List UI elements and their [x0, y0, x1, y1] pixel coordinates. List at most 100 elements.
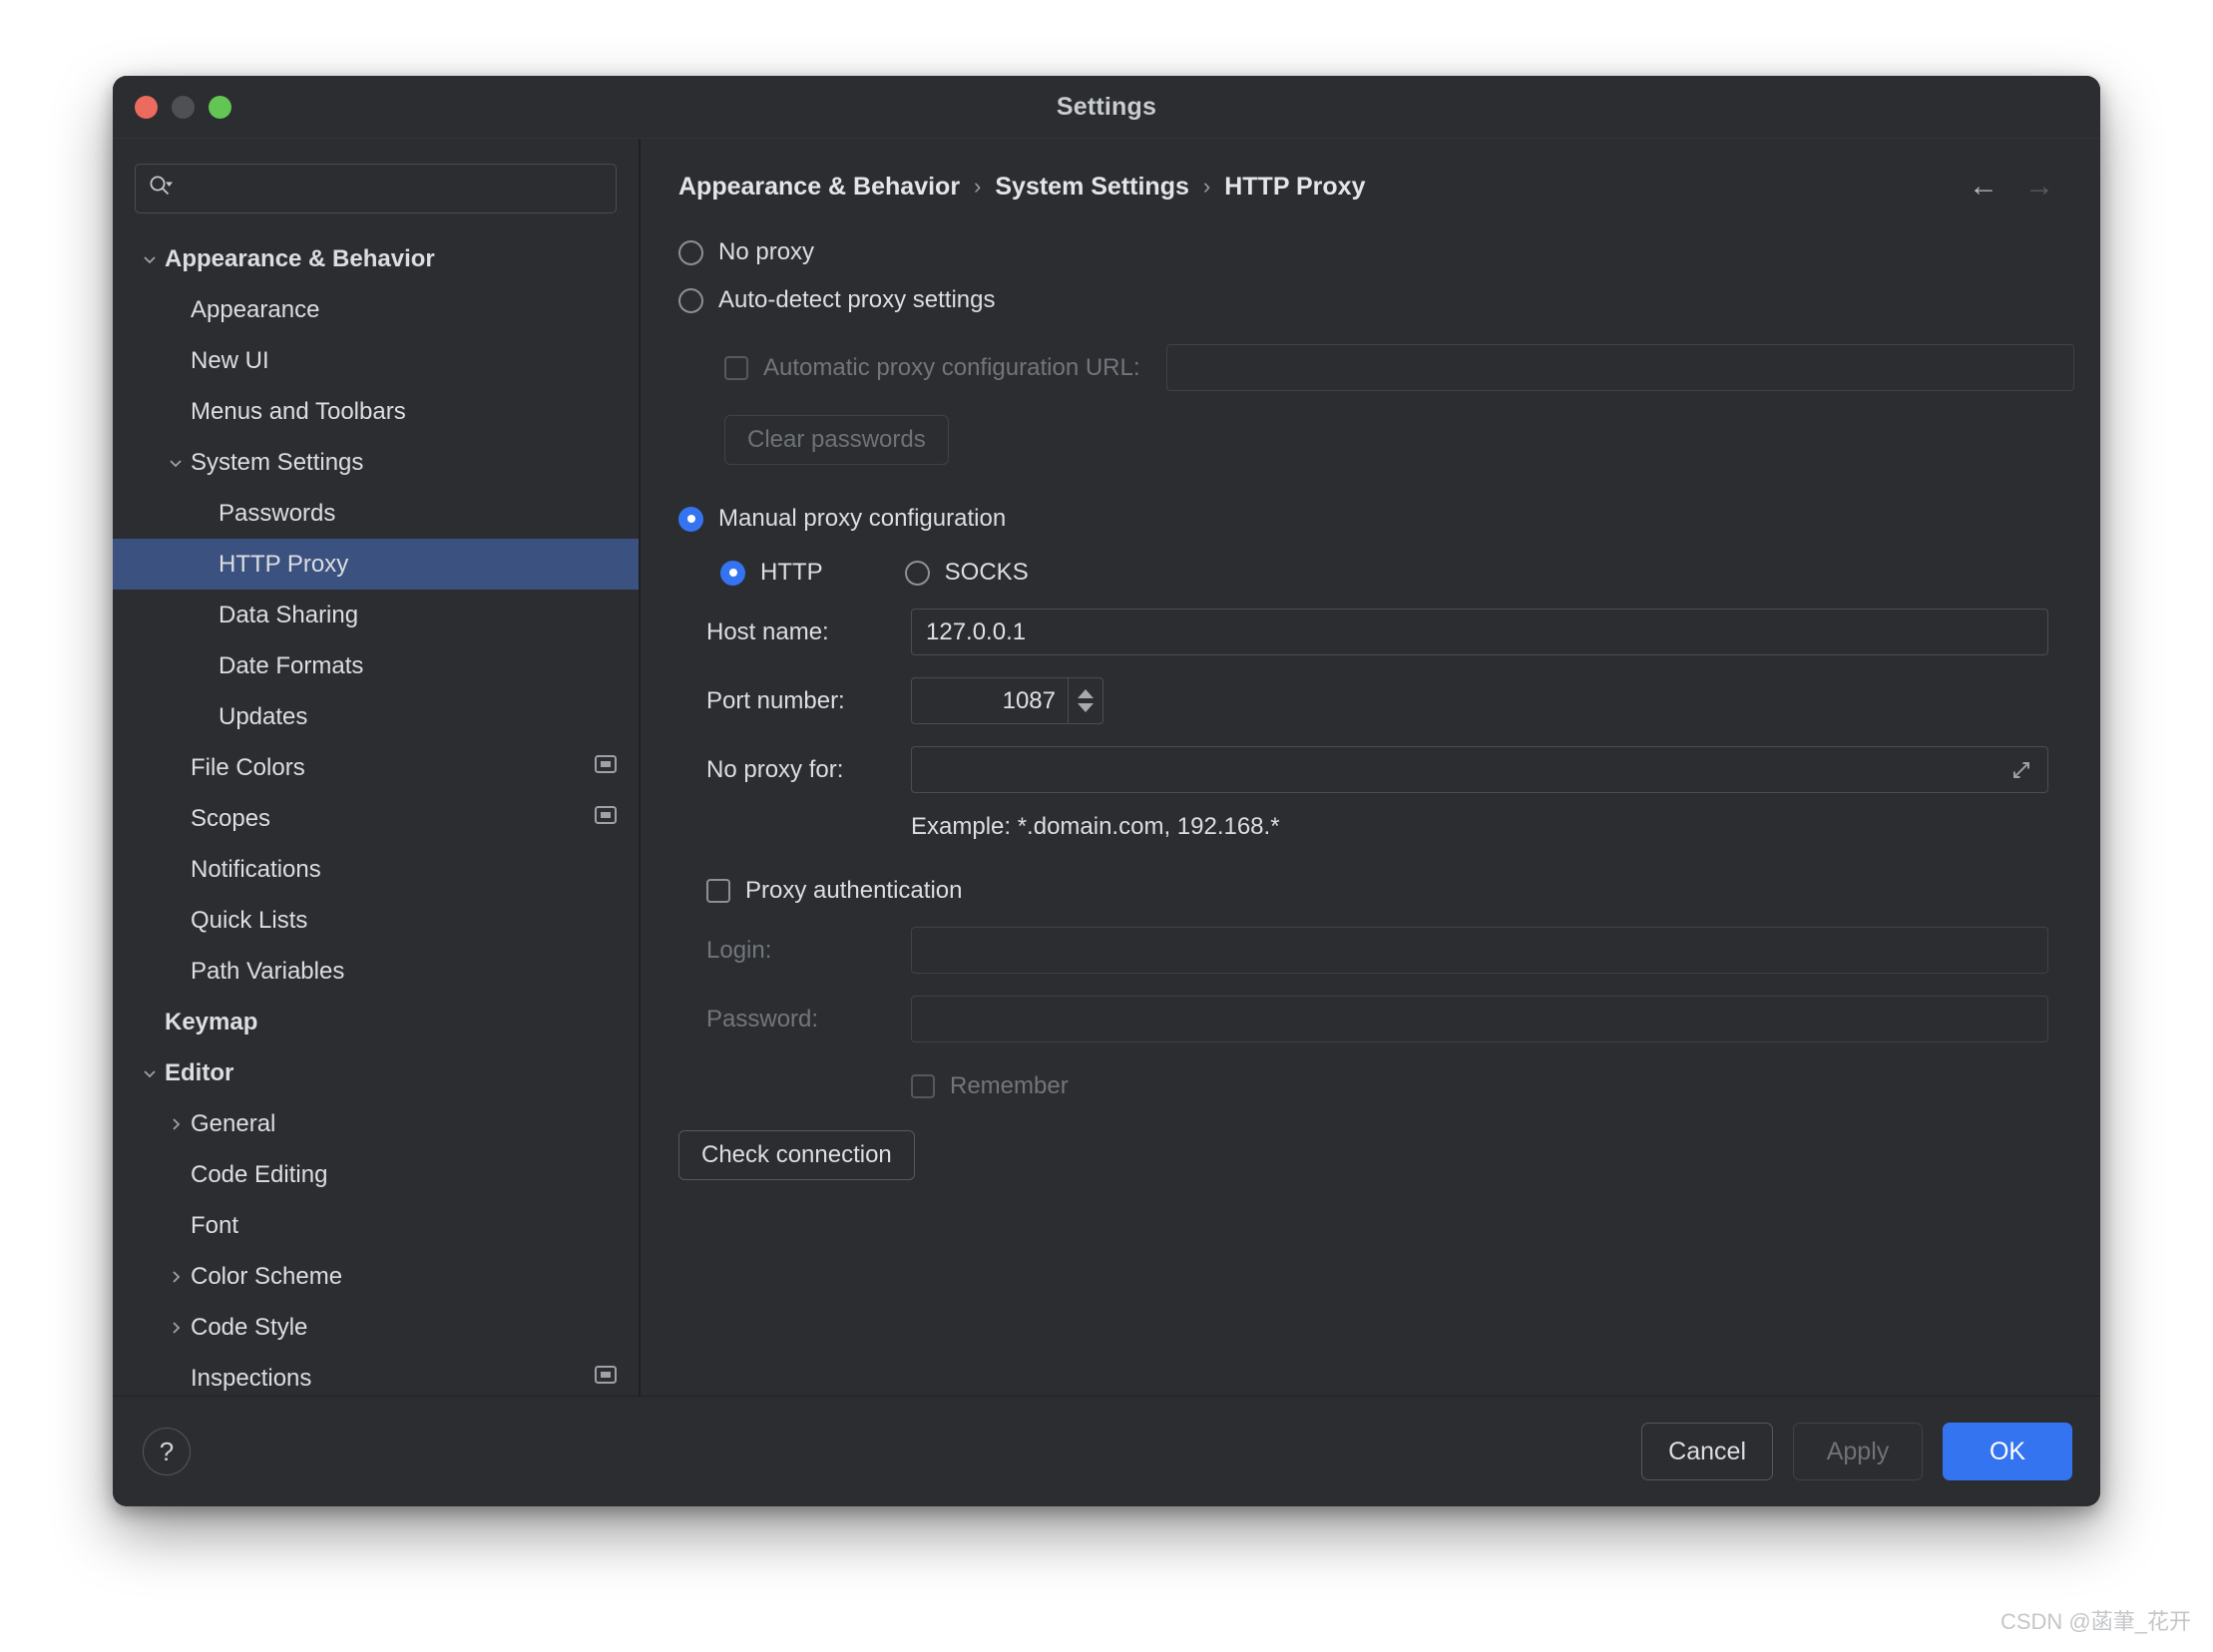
breadcrumb-row: Appearance & Behavior › System Settings › HT… — [678, 139, 2100, 234]
sidebar-item-font[interactable]: Font — [113, 1200, 639, 1251]
http-label: HTTP — [760, 559, 823, 586]
check-connection-wrap: Check connection — [678, 1130, 2100, 1180]
proxy-auth-row[interactable]: Proxy authentication — [706, 877, 2100, 905]
sidebar-item-scopes[interactable]: Scopes — [113, 793, 639, 844]
sidebar-item-http-proxy[interactable]: HTTP Proxy — [113, 539, 639, 590]
sidebar-item-label: Quick Lists — [191, 906, 308, 934]
sidebar-item-label: General — [191, 1109, 276, 1137]
port-number-stepper[interactable] — [911, 677, 1104, 724]
no-proxy-for-label: No proxy for: — [706, 755, 844, 783]
sidebar-item-label: New UI — [191, 346, 269, 374]
chevron-right-icon[interactable] — [161, 1268, 191, 1286]
help-button[interactable]: ? — [143, 1428, 191, 1475]
search-icon — [148, 174, 174, 205]
dialog-footer: ? Cancel Apply OK — [113, 1396, 2100, 1506]
settings-window: Settings Appearance & Behavior Appearance — [113, 76, 2100, 1506]
clear-passwords-button[interactable]: Clear passwords — [724, 415, 949, 465]
chevron-down-icon[interactable] — [135, 250, 165, 268]
chevron-right-icon[interactable] — [161, 1115, 191, 1133]
breadcrumb-part[interactable]: HTTP Proxy — [1224, 173, 1365, 202]
auto-detect-radio-row[interactable]: Auto-detect proxy settings — [678, 286, 2100, 314]
sidebar-item-system-settings[interactable]: System Settings — [113, 437, 639, 488]
project-scope-icon — [593, 804, 619, 833]
host-name-input[interactable] — [911, 609, 2048, 655]
sidebar-item-updates[interactable]: Updates — [113, 691, 639, 742]
no-proxy-for-row: No proxy for: — [678, 746, 2100, 793]
sidebar-item-label: Color Scheme — [191, 1262, 343, 1290]
socks-radio[interactable] — [904, 560, 930, 586]
password-input[interactable] — [911, 996, 2048, 1042]
example-hint: Example: *.domain.com, 192.168.* — [911, 813, 1280, 840]
breadcrumb-part[interactable]: System Settings — [995, 173, 1189, 202]
sidebar-item-label: Editor — [165, 1058, 234, 1086]
clear-passwords-wrap: Clear passwords — [724, 415, 2100, 465]
sidebar-item-appearance-behavior[interactable]: Appearance & Behavior — [113, 233, 639, 284]
sidebar-item-passwords[interactable]: Passwords — [113, 488, 639, 539]
no-proxy-for-wrap — [911, 746, 2048, 793]
pac-url-label: Automatic proxy configuration URL: — [763, 353, 1140, 381]
auto-detect-radio[interactable] — [678, 287, 703, 313]
window-body: Appearance & Behavior Appearance New UI Men… — [113, 138, 2100, 1396]
proxy-auth-label: Proxy authentication — [745, 877, 963, 904]
socks-label: SOCKS — [944, 559, 1029, 586]
remember-checkbox[interactable] — [911, 1074, 935, 1098]
sidebar-item-code-editing[interactable]: Code Editing — [113, 1149, 639, 1200]
sidebar-item-menus-and-toolbars[interactable]: Menus and Toolbars — [113, 386, 639, 437]
port-number-input[interactable] — [912, 678, 1068, 723]
search-input[interactable] — [182, 176, 604, 202]
sidebar-item-general[interactable]: General — [113, 1098, 639, 1149]
sidebar-item-label: Inspections — [191, 1364, 312, 1392]
breadcrumb-part[interactable]: Appearance & Behavior — [678, 173, 960, 202]
sidebar-item-keymap[interactable]: Keymap — [113, 997, 639, 1047]
expand-icon[interactable] — [2008, 757, 2034, 788]
password-label: Password: — [706, 1005, 819, 1032]
no-proxy-for-input[interactable] — [911, 746, 2048, 793]
settings-tree: Appearance & Behavior Appearance New UI Men… — [113, 233, 639, 1396]
sidebar-item-path-variables[interactable]: Path Variables — [113, 946, 639, 997]
sidebar-item-notifications[interactable]: Notifications — [113, 844, 639, 895]
search-wrap — [113, 139, 639, 213]
manual-proxy-radio-row[interactable]: Manual proxy configuration — [678, 505, 2100, 533]
check-connection-button[interactable]: Check connection — [678, 1130, 915, 1180]
sidebar-item-label: System Settings — [191, 448, 364, 476]
pac-url-checkbox[interactable] — [724, 355, 748, 380]
sidebar-item-label: HTTP Proxy — [219, 550, 349, 578]
cancel-button[interactable]: Cancel — [1641, 1423, 1773, 1480]
apply-button[interactable]: Apply — [1793, 1423, 1923, 1480]
chevron-down-icon[interactable] — [161, 454, 191, 472]
sidebar-item-color-scheme[interactable]: Color Scheme — [113, 1251, 639, 1302]
window-title: Settings — [1056, 93, 1157, 121]
sidebar-item-new-ui[interactable]: New UI — [113, 335, 639, 386]
title-bar: Settings — [113, 76, 2100, 138]
login-input[interactable] — [911, 927, 2048, 974]
sidebar-item-appearance[interactable]: Appearance — [113, 284, 639, 335]
chevron-down-icon[interactable] — [135, 1064, 165, 1082]
sidebar-item-quick-lists[interactable]: Quick Lists — [113, 895, 639, 946]
http-radio[interactable] — [720, 560, 745, 586]
manual-proxy-radio[interactable] — [678, 506, 703, 532]
sidebar-item-inspections[interactable]: Inspections — [113, 1353, 639, 1396]
no-proxy-radio[interactable] — [678, 239, 703, 265]
sidebar-item-editor[interactable]: Editor — [113, 1047, 639, 1098]
pac-url-input[interactable] — [1165, 344, 2074, 391]
spinner-down-icon[interactable] — [1078, 703, 1094, 712]
remember-row[interactable]: Remember — [911, 1072, 2100, 1100]
login-row: Login: — [678, 927, 2100, 974]
spinner-up-icon[interactable] — [1078, 689, 1094, 698]
chevron-right-icon[interactable] — [161, 1319, 191, 1337]
no-proxy-radio-row[interactable]: No proxy — [678, 238, 2100, 266]
sidebar-item-label: Date Formats — [219, 651, 364, 679]
forward-arrow-icon[interactable]: → — [2024, 172, 2054, 202]
proxy-auth-checkbox[interactable] — [706, 879, 730, 903]
login-label: Login: — [706, 936, 772, 964]
pac-url-row: Automatic proxy configuration URL: — [724, 344, 2100, 391]
back-arrow-icon[interactable]: ← — [1969, 172, 1998, 202]
port-number-label: Port number: — [706, 686, 845, 714]
sidebar-item-data-sharing[interactable]: Data Sharing — [113, 590, 639, 640]
spinner-buttons[interactable] — [1068, 678, 1103, 723]
sidebar-item-code-style[interactable]: Code Style — [113, 1302, 639, 1353]
ok-button[interactable]: OK — [1943, 1423, 2072, 1480]
search-box[interactable] — [135, 164, 617, 213]
sidebar-item-date-formats[interactable]: Date Formats — [113, 640, 639, 691]
sidebar-item-file-colors[interactable]: File Colors — [113, 742, 639, 793]
